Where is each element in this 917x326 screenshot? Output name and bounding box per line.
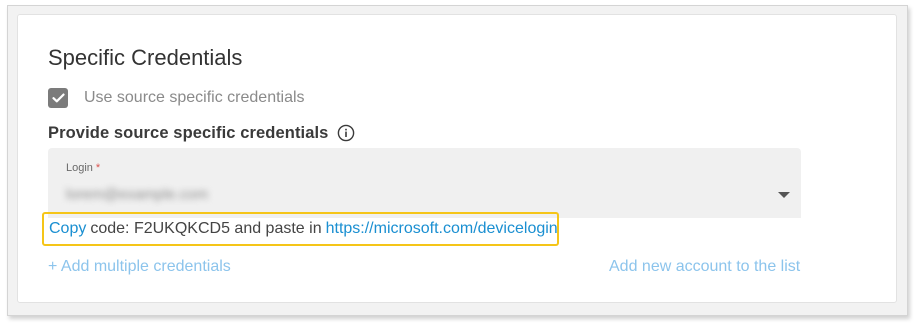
credentials-card: Specific Credentials Use source specific… [17, 14, 897, 303]
section-title: Specific Credentials [48, 45, 243, 70]
checkmark-icon [51, 93, 65, 103]
copy-code-link[interactable]: Copy [49, 220, 86, 238]
device-code-text: code: F2UKQKCD5 and paste in [90, 220, 322, 237]
info-icon[interactable] [337, 124, 355, 142]
dropdown-arrow-icon[interactable] [778, 192, 790, 198]
screenshot-frame: Specific Credentials Use source specific… [7, 5, 908, 316]
add-new-account-link[interactable]: Add new account to the list [609, 258, 800, 276]
login-value: lorem@example.com [66, 186, 208, 203]
use-specific-credentials-checkbox[interactable] [48, 88, 68, 108]
subheader-text: Provide source specific credentials [48, 123, 329, 142]
device-code-instructions: Copy code: F2UKQKCD5 and paste in https:… [42, 212, 559, 246]
device-login-link[interactable]: https://microsoft.com/devicelogin [326, 220, 558, 238]
checkbox-label: Use source specific credentials [84, 89, 305, 106]
add-multiple-credentials-link[interactable]: + Add multiple credentials [48, 258, 231, 276]
login-select[interactable]: Login * lorem@example.com [48, 148, 801, 218]
provide-credentials-header: Provide source specific credentials [48, 121, 355, 145]
required-marker: * [95, 162, 101, 174]
use-specific-credentials-row[interactable]: Use source specific credentials [48, 86, 305, 110]
login-label: Login * [66, 162, 101, 174]
